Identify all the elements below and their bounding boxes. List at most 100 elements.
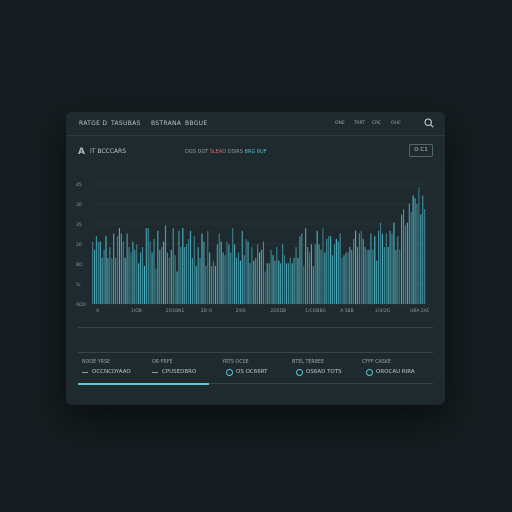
chart-bar bbox=[164, 225, 167, 304]
stat-value: OCCNCDYAAO bbox=[92, 369, 131, 375]
chart-bar bbox=[163, 241, 165, 304]
chart-bar bbox=[354, 230, 357, 304]
chart-bar bbox=[305, 228, 307, 304]
chart-bar bbox=[280, 263, 282, 304]
chart-bar bbox=[174, 255, 176, 304]
chart-legend: DGS DGT SLEAD OSIRS BRG 6UF bbox=[185, 149, 267, 155]
x-tick-label: 2O1BN1 bbox=[166, 308, 185, 314]
chart-bar bbox=[120, 233, 122, 304]
nav-right-4[interactable]: OHC bbox=[391, 121, 401, 126]
legend-item-4: BRG 6UF bbox=[244, 149, 267, 155]
chart-bar bbox=[376, 260, 378, 304]
chart-bar bbox=[291, 263, 293, 304]
chart-bar bbox=[308, 252, 311, 304]
chart-bar bbox=[187, 238, 190, 304]
bar-chart: ADO 5/BO 20 35 30 45 A 1/OB 2O1BN1 2D O 2/00 2D5DB 1… bbox=[76, 182, 429, 314]
x-tick-label: 2D5DB bbox=[270, 308, 286, 314]
nav-item-1[interactable]: RATGE D bbox=[79, 120, 107, 127]
chart-bar bbox=[101, 257, 103, 304]
chart-bar bbox=[404, 225, 407, 304]
chart-bar bbox=[391, 233, 393, 304]
nav-right-1[interactable]: ONE bbox=[335, 121, 345, 126]
chart-bar bbox=[216, 244, 218, 304]
chart-bar bbox=[226, 241, 228, 304]
dashboard-panel: RATGE D TASUBAS BSTRANA BBGUE ONE TART C… bbox=[66, 112, 445, 405]
chart-bar bbox=[410, 211, 412, 304]
stat-value: CPUSEDBRO bbox=[162, 369, 197, 375]
y-tick-label: ADO bbox=[76, 302, 87, 308]
chart-bar bbox=[318, 244, 320, 304]
chart-title: IT BCCCARS bbox=[90, 148, 127, 155]
x-tick-label: 2/00 bbox=[236, 308, 246, 314]
chart-bar bbox=[93, 249, 96, 304]
chart-bar bbox=[335, 238, 337, 304]
chart-bar bbox=[303, 266, 305, 304]
chart-bar bbox=[153, 238, 155, 304]
chart-bar bbox=[420, 214, 422, 304]
chart-bar bbox=[161, 247, 163, 304]
nav-right-2[interactable]: TART bbox=[354, 121, 365, 126]
chart-bar bbox=[166, 252, 169, 304]
nav-item-2[interactable]: TASUBAS bbox=[111, 120, 141, 127]
chart-bar bbox=[118, 228, 121, 304]
chart-bar bbox=[141, 247, 144, 304]
chart-bar bbox=[251, 247, 253, 304]
chart-bar bbox=[243, 255, 245, 304]
chart-bar bbox=[126, 233, 128, 304]
y-tick-label: 20 bbox=[76, 242, 82, 248]
chart-bar bbox=[287, 263, 289, 304]
chart-bar bbox=[368, 249, 370, 304]
nav-item-3[interactable]: BSTRANA bbox=[151, 120, 181, 127]
chart-bar bbox=[103, 249, 105, 304]
chart-bar bbox=[320, 249, 322, 304]
chart-bar bbox=[353, 238, 355, 304]
chart-bar bbox=[383, 247, 385, 304]
x-tick-label: UBA 2AO bbox=[410, 308, 429, 314]
chart-bar bbox=[220, 241, 222, 304]
legend-item-1: DGS DGT bbox=[185, 149, 209, 155]
divider-mid bbox=[78, 352, 433, 353]
chart-bar bbox=[253, 260, 255, 304]
chart-bar bbox=[195, 266, 197, 304]
chart-bar bbox=[182, 228, 184, 304]
chart-bar bbox=[412, 195, 414, 304]
chart-bar bbox=[389, 230, 391, 304]
stat-label: NOOE YRSE bbox=[82, 360, 111, 365]
chart-bar bbox=[260, 249, 263, 304]
chart-bar bbox=[264, 271, 266, 304]
chart-bar bbox=[214, 266, 216, 304]
chart-bar bbox=[130, 252, 132, 304]
chart-bar bbox=[362, 238, 364, 304]
y-tick-label: 5/ bbox=[76, 282, 81, 288]
search-icon[interactable] bbox=[424, 118, 434, 128]
chart-bar bbox=[230, 252, 232, 304]
chart-bar bbox=[228, 244, 230, 304]
chart-bar bbox=[351, 249, 353, 304]
chart-bar bbox=[218, 233, 220, 304]
nav-right-3[interactable]: CRC bbox=[372, 121, 381, 126]
chart-bar bbox=[282, 244, 284, 304]
chart-bar bbox=[306, 247, 309, 304]
chart-bar bbox=[122, 241, 124, 304]
chart-bar bbox=[237, 252, 240, 304]
chart-bar bbox=[222, 252, 224, 304]
chart-bar bbox=[92, 241, 94, 304]
stat-dash-icon bbox=[152, 372, 158, 373]
legend-item-2: SLEAD bbox=[209, 149, 227, 155]
stat-value: OS6AD TOTS bbox=[306, 369, 342, 375]
chart-bar bbox=[347, 252, 349, 304]
range-button[interactable]: O C1 bbox=[409, 144, 433, 157]
legend-item-3: OSIRS bbox=[227, 149, 243, 155]
chart-bar bbox=[387, 247, 389, 304]
chart-bar bbox=[295, 247, 297, 304]
nav-item-4[interactable]: BBGUE bbox=[185, 120, 207, 127]
chart-bar bbox=[293, 257, 295, 304]
chart-bar bbox=[399, 249, 401, 304]
chart-bar bbox=[297, 257, 299, 304]
chart-bar bbox=[402, 209, 405, 304]
chart-bar bbox=[422, 195, 424, 304]
stat-icon bbox=[296, 369, 303, 376]
stat-label: OR FRFE bbox=[152, 360, 173, 365]
x-tick-label: 1/COBBG bbox=[305, 308, 326, 314]
chart-bar bbox=[339, 233, 341, 304]
